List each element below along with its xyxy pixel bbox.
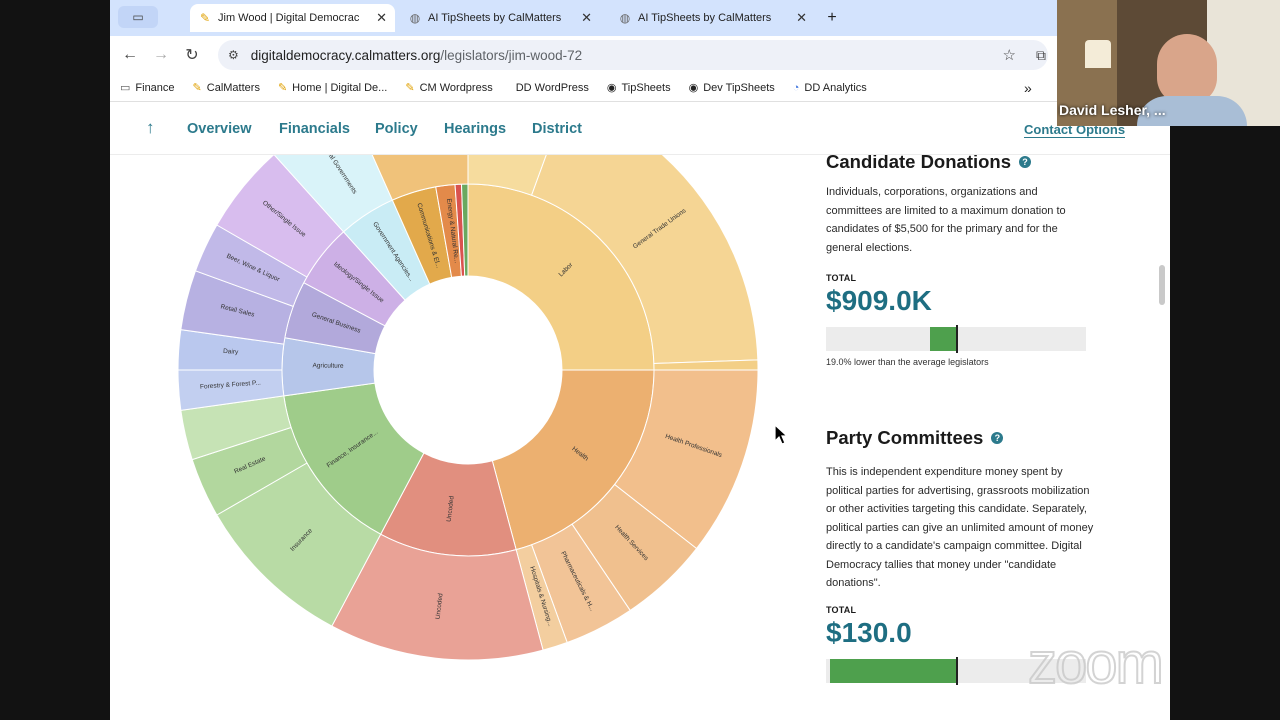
tab-ai-tipsheets-1[interactable]: ◍ AI TipSheets by CalMatters ✕ bbox=[400, 4, 600, 32]
reload-button[interactable]: ↻ bbox=[181, 44, 203, 66]
tab-search-button[interactable]: ▭ bbox=[118, 6, 158, 28]
bookmark-dev-tipsheets[interactable]: ◉ Dev TipSheets bbox=[688, 81, 775, 95]
candidate-donations-bar-fill bbox=[930, 327, 956, 351]
calmatters-feather-icon: ✎ bbox=[199, 11, 211, 25]
bookmark-label: TipSheets bbox=[621, 81, 671, 94]
candidate-donations-heading: Candidate Donations ? bbox=[826, 155, 1096, 173]
tab-strip: ▭ ✎ Jim Wood | Digital Democrac ✕ ◍ AI T… bbox=[110, 0, 1170, 36]
tab-close-icon[interactable]: ✕ bbox=[376, 10, 387, 26]
bookmarks-overflow-button[interactable]: » bbox=[1024, 80, 1032, 96]
party-committees-title: Party Committees bbox=[826, 427, 984, 448]
candidate-donations-bar bbox=[826, 325, 1086, 353]
lamp-shade bbox=[1085, 40, 1111, 68]
nav-hearings[interactable]: Hearings bbox=[444, 121, 506, 137]
site-info-icon[interactable]: ⚙ bbox=[228, 48, 239, 62]
help-icon[interactable]: ? bbox=[1019, 156, 1032, 168]
tab-jim-wood[interactable]: ✎ Jim Wood | Digital Democrac ✕ bbox=[190, 4, 395, 32]
browser-window: ▭ ✎ Jim Wood | Digital Democrac ✕ ◍ AI T… bbox=[110, 0, 1170, 720]
candidate-donations-title: Candidate Donations bbox=[826, 155, 1012, 172]
donations-sunburst-chart[interactable]: LaborHealthUncodedFinance, Insurance...A… bbox=[110, 155, 810, 720]
zoom-watermark: zoom bbox=[1027, 630, 1165, 697]
nav-district[interactable]: District bbox=[532, 121, 582, 137]
bookmark-label: Dev TipSheets bbox=[703, 81, 775, 94]
participant-name: David Lesher, ... bbox=[1059, 102, 1166, 118]
address-bar[interactable]: ⚙ digitaldemocracy.calmatters.org/legisl… bbox=[218, 40, 1048, 70]
bookmark-calmatters[interactable]: ✎ CalMatters bbox=[192, 81, 260, 95]
forward-button[interactable]: → bbox=[150, 44, 172, 66]
party-committees-heading: Party Committees ? bbox=[826, 427, 1096, 449]
help-icon[interactable]: ? bbox=[991, 432, 1004, 444]
bookmark-label: DD Analytics bbox=[804, 81, 867, 94]
sunburst-outer-label: Dairy bbox=[223, 348, 239, 356]
nav-overview[interactable]: Overview bbox=[187, 121, 252, 137]
party-committees-bar-fill bbox=[830, 658, 956, 683]
tab-close-icon[interactable]: ✕ bbox=[581, 10, 592, 26]
tab-title: AI TipSheets by CalMatters bbox=[428, 12, 562, 24]
tab-close-icon[interactable]: ✕ bbox=[796, 10, 807, 26]
browser-toolbar: ← → ↻ ⚙ digitaldemocracy.calmatters.org /… bbox=[110, 36, 1170, 74]
tab-title: Jim Wood | Digital Democrac bbox=[218, 12, 360, 24]
party-committees-description: This is independent expenditure money sp… bbox=[826, 466, 1094, 589]
bookmark-label: DD WordPress bbox=[515, 81, 589, 94]
financials-content: Labor Health Uncoded Finance, Insurance... A… bbox=[110, 155, 1170, 720]
nav-financials[interactable]: Financials bbox=[279, 121, 350, 137]
extensions-icon[interactable]: ⧉ bbox=[1030, 44, 1052, 66]
screen: ▭ ✎ Jim Wood | Digital Democrac ✕ ◍ AI T… bbox=[0, 0, 1280, 720]
bookmarks-bar: ▭ Finance ✎ CalMatters ✎ Home | Digital De.… bbox=[110, 74, 1170, 102]
donations-panel: Candidate Donations ? Individuals, corpo… bbox=[826, 155, 1096, 685]
tab-title: AI TipSheets by CalMatters bbox=[638, 12, 772, 24]
candidate-donations-comparison: 19.0% lower than the average legislators bbox=[826, 357, 989, 367]
bookmark-cm-wordpress[interactable]: ✎ CM Wordpress bbox=[405, 81, 493, 95]
feather-icon: ✎ bbox=[192, 82, 202, 94]
globe-icon: ◉ bbox=[688, 82, 699, 94]
candidate-donations-total: $909.0K bbox=[826, 285, 932, 316]
tab-search-icon: ▭ bbox=[132, 10, 144, 24]
bookmark-star-icon[interactable]: ☆ bbox=[1003, 46, 1016, 64]
new-tab-button[interactable]: + bbox=[818, 4, 846, 32]
bookmark-label: Home | Digital De... bbox=[292, 81, 388, 94]
average-marker bbox=[956, 656, 958, 685]
folder-icon: ▭ bbox=[120, 82, 131, 94]
bookmark-home-digital-democracy[interactable]: ✎ Home | Digital De... bbox=[277, 81, 388, 95]
total-label: TOTAL bbox=[826, 604, 857, 615]
globe-icon: ◉ bbox=[606, 82, 617, 94]
bookmark-label: CM Wordpress bbox=[419, 81, 493, 94]
average-marker bbox=[956, 325, 958, 353]
bookmark-finance[interactable]: ▭ Finance bbox=[120, 81, 175, 95]
back-to-top-arrow-icon[interactable]: ↑ bbox=[146, 118, 155, 138]
bookmark-dd-wordpress[interactable]: DD WordPress bbox=[511, 82, 589, 94]
nav-policy[interactable]: Policy bbox=[375, 121, 418, 137]
tab-ai-tipsheets-2[interactable]: ◍ AI TipSheets by CalMatters ✕ bbox=[610, 4, 815, 32]
bookmark-dd-analytics[interactable]: ◔ DD Analytics bbox=[793, 82, 867, 94]
analytics-icon: ◔ bbox=[792, 81, 800, 94]
globe-icon: ◍ bbox=[409, 11, 421, 25]
bookmark-label: Finance bbox=[135, 81, 175, 94]
page-scrollbar[interactable] bbox=[1159, 265, 1165, 305]
feather-icon: ✎ bbox=[405, 82, 415, 94]
total-label: TOTAL bbox=[826, 273, 857, 283]
sunburst-inner-label: Agriculture bbox=[312, 362, 344, 370]
globe-icon: ◍ bbox=[619, 11, 631, 25]
bookmark-label: CalMatters bbox=[206, 81, 260, 94]
participant-video: David Lesher, ... bbox=[1057, 0, 1280, 126]
person-face bbox=[1157, 34, 1217, 104]
back-button[interactable]: ← bbox=[119, 44, 141, 66]
feather-icon: ✎ bbox=[277, 82, 288, 94]
mouse-cursor-icon bbox=[774, 424, 789, 445]
bookmark-tipsheets[interactable]: ◉ TipSheets bbox=[606, 81, 671, 95]
url-path: /legislators/jim-wood-72 bbox=[440, 47, 583, 63]
url-host: digitaldemocracy.calmatters.org bbox=[250, 47, 441, 63]
candidate-donations-description: Individuals, corporations, organizations… bbox=[826, 186, 1066, 254]
site-nav: ↑ Overview Financials Policy Hearings Di… bbox=[110, 103, 1170, 155]
